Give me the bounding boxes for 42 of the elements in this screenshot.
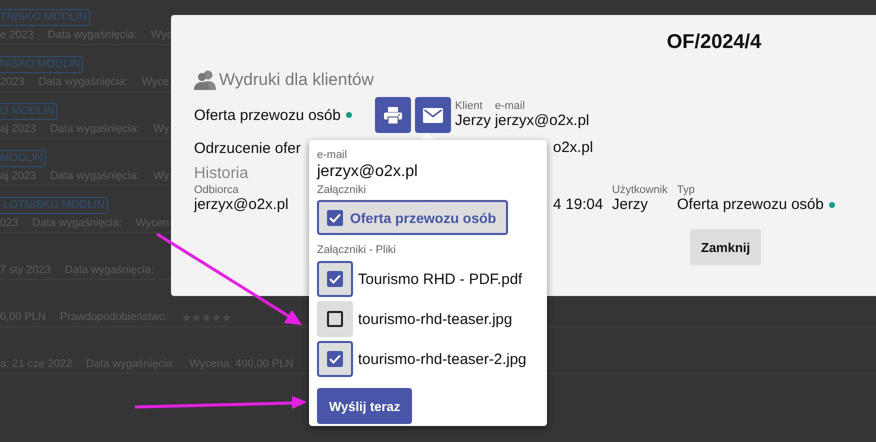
field-label: Załączniki <box>317 184 367 197</box>
email-address: o2x.pl <box>553 139 594 157</box>
dialog-title: OF/2024/4 <box>666 30 762 55</box>
history-value: 4 19:04 <box>553 196 604 214</box>
checkbox[interactable] <box>317 261 353 297</box>
people-icon <box>194 69 216 91</box>
check-icon <box>329 354 341 364</box>
document-name: Odrzucenie ofer <box>194 140 301 156</box>
email-address: jerzyx@o2x.pl <box>494 112 590 130</box>
section-heading: Wydruki dla klientów <box>219 70 374 90</box>
column-label: Odbiorca <box>194 184 239 196</box>
send-button[interactable]: Wyślij teraz <box>317 388 412 424</box>
attachment-toggle[interactable]: Oferta przewozu osób <box>317 200 508 235</box>
field-label: e-mail <box>317 149 348 162</box>
column-label: Typ <box>677 184 695 196</box>
check-icon <box>329 212 341 222</box>
email-button[interactable] <box>415 97 451 133</box>
location-tag: NISKO MODLIN <box>0 56 84 73</box>
checkbox[interactable] <box>317 341 353 377</box>
check-icon <box>329 274 341 284</box>
file-name: tourismo-rhd-teaser-2.jpg <box>358 350 526 368</box>
file-name: tourismo-rhd-teaser.jpg <box>358 310 512 328</box>
history-value: jerzyx@o2x.pl <box>194 196 288 214</box>
location-tag: TNISKO MODLIN <box>0 9 90 26</box>
client-name: Jerzy <box>455 112 491 130</box>
location-tag: LOTNISKO MODLIN <box>0 197 108 214</box>
envelope-icon <box>423 108 443 122</box>
section-heading: Historia <box>194 165 248 183</box>
column-label: Użytkownik <box>612 184 668 196</box>
print-button[interactable] <box>375 97 411 133</box>
field-label: Załączniki - Pliki <box>317 244 397 257</box>
location-tag: MODLIN <box>0 150 46 167</box>
file-name: Tourismo RHD - PDF.pdf <box>358 270 522 288</box>
close-button[interactable]: Zamknij <box>690 229 762 265</box>
field-label: e-mail <box>494 100 526 112</box>
history-value: Jerzy <box>612 196 648 214</box>
history-value: Oferta przewozu osób <box>677 196 824 214</box>
document-name: Oferta przewozu osób <box>194 106 341 124</box>
location-tag: O MODLIN <box>0 103 58 120</box>
field-label: Klient <box>455 100 484 112</box>
email-address: jerzyx@o2x.pl <box>317 162 419 182</box>
printer-icon <box>384 106 402 124</box>
